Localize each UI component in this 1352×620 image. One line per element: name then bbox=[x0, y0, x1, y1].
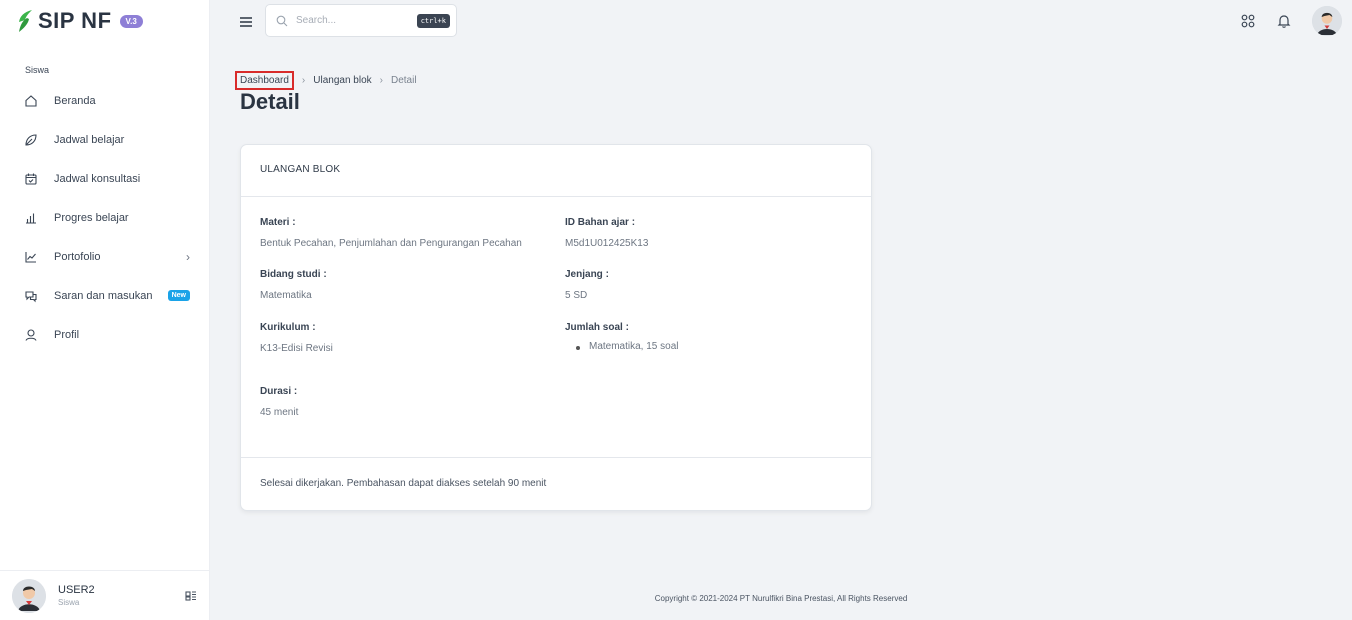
card-footer-status: Selesai dikerjakan. Pembahasan dapat dia… bbox=[241, 457, 871, 511]
sidebar-menu: Beranda Jadwal belajar Jadwal konsultasi… bbox=[0, 81, 210, 354]
new-badge: New bbox=[167, 290, 190, 301]
version-badge: V.3 bbox=[119, 14, 143, 28]
field-durasi: Durasi : 45 menit bbox=[260, 386, 298, 418]
search-box[interactable]: ctrl+k bbox=[265, 4, 457, 37]
home-icon bbox=[24, 94, 38, 108]
leaf-icon bbox=[24, 133, 38, 147]
shortcut-hint: ctrl+k bbox=[416, 13, 450, 28]
sidebar-item-jadwal-konsultasi[interactable]: Jadwal konsultasi bbox=[0, 159, 210, 198]
field-value: M5d1U012425K13 bbox=[565, 238, 649, 249]
field-bidang-studi: Bidang studi : Matematika bbox=[260, 269, 327, 301]
sidebar-user-profile[interactable]: USER2 Siswa bbox=[0, 570, 210, 620]
bar-chart-icon bbox=[24, 211, 38, 225]
field-label: Durasi : bbox=[260, 386, 298, 397]
card-header: ULANGAN BLOK bbox=[241, 145, 871, 197]
field-value: Bentuk Pecahan, Penjumlahan dan Penguran… bbox=[260, 238, 522, 249]
user-role: Siswa bbox=[58, 598, 80, 607]
field-id-bahan-ajar: ID Bahan ajar : M5d1U012425K13 bbox=[565, 217, 648, 249]
page-footer-copyright: Copyright © 2021-2024 PT Nurulfikri Bina… bbox=[654, 594, 908, 603]
field-value: 5 SD bbox=[565, 290, 588, 301]
page-title: Detail bbox=[240, 89, 300, 114]
breadcrumb: Dashboard › Ulangan blok › Detail bbox=[235, 71, 417, 90]
sidebar-item-profil[interactable]: Profil bbox=[0, 315, 210, 354]
user-name: USER2 bbox=[58, 584, 95, 596]
sidebar-item-saran-dan-masukan[interactable]: Saran dan masukan New bbox=[0, 276, 210, 315]
sidebar-item-portofolio[interactable]: Portofolio › bbox=[0, 237, 210, 276]
notification-bell-icon[interactable] bbox=[1276, 13, 1292, 29]
field-value: K13-Edisi Revisi bbox=[260, 343, 333, 354]
sidebar-item-label: Beranda bbox=[54, 94, 96, 107]
sidebar-item-beranda[interactable]: Beranda bbox=[0, 81, 210, 120]
breadcrumb-dashboard-link[interactable]: Dashboard bbox=[235, 71, 294, 90]
field-value: 45 menit bbox=[260, 407, 299, 418]
switch-layout-icon[interactable] bbox=[184, 589, 198, 603]
brand-logo[interactable]: SIP NF V.3 bbox=[18, 8, 143, 34]
sidebar-section-label: Siswa bbox=[25, 65, 50, 75]
field-kurikulum: Kurikulum : K13-Edisi Revisi bbox=[260, 322, 333, 354]
sidebar-item-label: Portofolio bbox=[54, 250, 101, 263]
sidebar-item-label: Progres belajar bbox=[54, 211, 129, 224]
field-jenjang: Jenjang : 5 SD bbox=[565, 269, 609, 301]
topbar-actions bbox=[1240, 6, 1342, 36]
apps-grid-icon[interactable] bbox=[1240, 13, 1256, 29]
sidebar-item-label: Saran dan masukan bbox=[54, 289, 153, 302]
chevron-right-icon: › bbox=[301, 75, 306, 86]
field-jumlah-soal: Jumlah soal : Matematika, 15 soal bbox=[565, 322, 679, 352]
chat-bubbles-icon bbox=[24, 289, 38, 303]
field-value: Matematika bbox=[260, 290, 312, 301]
card-body: Materi : Bentuk Pecahan, Penjumlahan dan… bbox=[241, 197, 871, 457]
sidebar-item-progres-belajar[interactable]: Progres belajar bbox=[0, 198, 210, 237]
calendar-check-icon bbox=[24, 172, 38, 186]
list-item: Matematika, 15 soal bbox=[575, 341, 679, 352]
field-label: Bidang studi : bbox=[260, 269, 327, 280]
field-label: ID Bahan ajar : bbox=[565, 217, 636, 228]
field-label: Kurikulum : bbox=[260, 322, 316, 333]
user-icon bbox=[24, 328, 38, 342]
field-label: Jumlah soal : bbox=[565, 322, 629, 333]
sidebar-item-jadwal-belajar[interactable]: Jadwal belajar bbox=[0, 120, 210, 159]
breadcrumb-ulangan-blok-link[interactable]: Ulangan blok bbox=[313, 75, 371, 86]
field-label: Materi : bbox=[260, 217, 296, 228]
chevron-right-icon: › bbox=[186, 249, 190, 264]
brand-name: SIP NF bbox=[38, 8, 112, 33]
chevron-right-icon: › bbox=[379, 75, 383, 86]
avatar[interactable] bbox=[1312, 6, 1342, 36]
field-materi: Materi : Bentuk Pecahan, Penjumlahan dan… bbox=[260, 217, 522, 249]
search-input[interactable] bbox=[296, 15, 417, 26]
sidebar-item-label: Profil bbox=[54, 328, 80, 341]
sidebar: SIP NF V.3 Siswa Beranda Jadwal belajar … bbox=[0, 0, 210, 620]
breadcrumb-current: Detail bbox=[390, 75, 417, 86]
leaf-logo-icon bbox=[19, 10, 32, 32]
hamburger-menu-icon[interactable] bbox=[238, 14, 254, 30]
detail-card: ULANGAN BLOK Materi : Bentuk Pecahan, Pe… bbox=[240, 144, 872, 511]
sidebar-item-label: Jadwal belajar bbox=[54, 133, 125, 146]
sidebar-item-label: Jadwal konsultasi bbox=[54, 172, 141, 185]
jumlah-soal-list: Matematika, 15 soal bbox=[575, 341, 679, 352]
avatar bbox=[12, 578, 46, 613]
field-label: Jenjang : bbox=[565, 269, 609, 280]
search-icon bbox=[276, 15, 288, 26]
line-chart-icon bbox=[24, 250, 38, 264]
